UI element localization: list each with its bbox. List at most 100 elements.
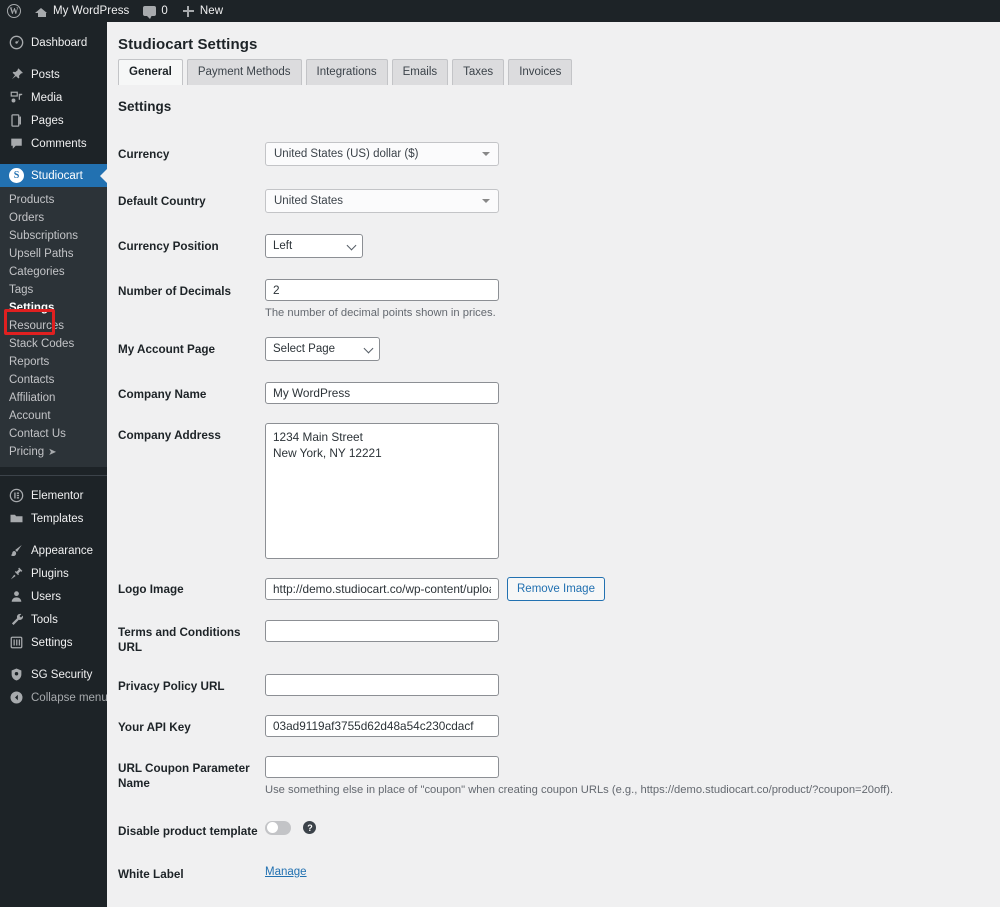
- company-name-input[interactable]: [265, 382, 499, 404]
- dashboard-icon: [9, 35, 24, 50]
- default-country-label: Default Country: [118, 189, 265, 209]
- tab-taxes[interactable]: Taxes: [452, 59, 504, 85]
- currency-label: Currency: [118, 142, 265, 162]
- sidebar-item-sg-security[interactable]: SG Security: [0, 663, 107, 686]
- number-of-decimals-input[interactable]: [265, 279, 499, 301]
- home-icon: [35, 5, 48, 18]
- tab-invoices[interactable]: Invoices: [508, 59, 572, 85]
- question-mark-icon[interactable]: ?: [303, 821, 316, 834]
- sidebar-spacer-2: [0, 155, 107, 164]
- tab-emails[interactable]: Emails: [392, 59, 449, 85]
- field-row-disable-product-template: Disable product template ?: [118, 819, 1000, 839]
- tab-integrations[interactable]: Integrations: [306, 59, 388, 85]
- settings-form: Currency United States (US) dollar ($) D…: [107, 114, 1000, 907]
- field-row-number-of-decimals: Number of Decimals The number of decimal…: [118, 279, 1000, 321]
- default-country-select[interactable]: United States: [265, 189, 499, 213]
- sidebar-item-label: Studiocart: [31, 170, 83, 182]
- user-icon: [9, 589, 24, 604]
- sidebar-item-dashboard[interactable]: Dashboard: [0, 31, 107, 54]
- currency-position-field: Left: [265, 234, 1000, 258]
- comments-menu[interactable]: 0: [136, 0, 175, 22]
- sidebar-subitem-categories[interactable]: Categories: [0, 263, 107, 281]
- page-icon: [9, 113, 24, 128]
- elementor-icon: [9, 488, 24, 503]
- company-address-textarea[interactable]: 1234 Main Street New York, NY 12221: [265, 423, 499, 559]
- sidebar-subitem-tags[interactable]: Tags: [0, 281, 107, 299]
- my-account-page-select[interactable]: Select Page: [265, 337, 380, 361]
- sidebar-subitem-affiliation[interactable]: Affiliation: [0, 389, 107, 407]
- terms-url-input[interactable]: [265, 620, 499, 642]
- admin-sidebar: Dashboard Posts Media Pages Comments S S…: [0, 22, 107, 907]
- chevron-down-icon: [482, 199, 490, 203]
- site-name-menu[interactable]: My WordPress: [28, 0, 136, 22]
- coupon-param-input[interactable]: [265, 756, 499, 778]
- sidebar-item-label: Users: [31, 591, 61, 603]
- currency-position-label: Currency Position: [118, 234, 265, 254]
- sidebar-item-users[interactable]: Users: [0, 585, 107, 608]
- sidebar-item-comments[interactable]: Comments: [0, 132, 107, 155]
- field-row-logo-image: Logo Image Remove Image: [118, 577, 1000, 601]
- chevron-down-icon: [364, 344, 374, 354]
- sidebar-subitem-subscriptions[interactable]: Subscriptions: [0, 227, 107, 245]
- sidebar-subitem-pricing-label: Pricing: [9, 446, 44, 458]
- privacy-url-label: Privacy Policy URL: [118, 674, 265, 694]
- sidebar-item-label: Tools: [31, 614, 58, 626]
- sidebar-subitem-contacts[interactable]: Contacts: [0, 371, 107, 389]
- logo-image-input[interactable]: [265, 578, 499, 600]
- sidebar-subitem-reports[interactable]: Reports: [0, 353, 107, 371]
- coupon-param-help: Use something else in place of "coupon" …: [265, 783, 1000, 798]
- sidebar-item-media[interactable]: Media: [0, 86, 107, 109]
- sidebar-item-plugins[interactable]: Plugins: [0, 562, 107, 585]
- field-row-api-key: Your API Key: [118, 715, 1000, 737]
- wordpress-logo-menu[interactable]: [0, 0, 28, 22]
- wordpress-logo-icon: [7, 4, 21, 18]
- currency-position-select[interactable]: Left: [265, 234, 363, 258]
- sidebar-item-tools[interactable]: Tools: [0, 608, 107, 631]
- sidebar-item-label: SG Security: [31, 669, 92, 681]
- white-label-manage-link[interactable]: Manage: [265, 866, 307, 878]
- sidebar-subitem-account[interactable]: Account: [0, 407, 107, 425]
- sidebar-item-settings[interactable]: Settings: [0, 631, 107, 654]
- api-key-input[interactable]: [265, 715, 499, 737]
- sidebar-collapse-menu[interactable]: Collapse menu: [0, 686, 107, 709]
- sidebar-item-label: Comments: [31, 138, 87, 150]
- sidebar-subitem-stack-codes[interactable]: Stack Codes: [0, 335, 107, 353]
- privacy-url-input[interactable]: [265, 674, 499, 696]
- privacy-url-field: [265, 674, 1000, 696]
- sidebar-spacer-3: [0, 530, 107, 539]
- sidebar-subitem-products[interactable]: Products: [0, 191, 107, 209]
- sidebar-item-elementor[interactable]: Elementor: [0, 484, 107, 507]
- disable-product-template-toggle[interactable]: [265, 821, 291, 835]
- new-content-menu[interactable]: New: [175, 0, 230, 22]
- sidebar-subitem-orders[interactable]: Orders: [0, 209, 107, 227]
- sidebar-item-label: Settings: [31, 637, 73, 649]
- comment-icon: [9, 136, 24, 151]
- currency-select[interactable]: United States (US) dollar ($): [265, 142, 499, 166]
- tab-general[interactable]: General: [118, 59, 183, 85]
- sidebar-item-appearance[interactable]: Appearance: [0, 539, 107, 562]
- sidebar-item-posts[interactable]: Posts: [0, 63, 107, 86]
- studiocart-s-icon: S: [9, 168, 24, 183]
- currency-field: United States (US) dollar ($): [265, 142, 1000, 166]
- external-arrow-icon: ➤: [48, 447, 56, 458]
- sidebar-item-label: Dashboard: [31, 37, 87, 49]
- sidebar-subitem-settings[interactable]: Settings: [0, 299, 107, 317]
- api-key-label: Your API Key: [118, 715, 265, 735]
- sidebar-subitem-contact-us[interactable]: Contact Us: [0, 425, 107, 443]
- sidebar-item-label: Elementor: [31, 490, 83, 502]
- field-row-currency-position: Currency Position Left: [118, 234, 1000, 258]
- sidebar-item-studiocart[interactable]: S Studiocart: [0, 164, 107, 187]
- settings-tabs: General Payment Methods Integrations Ema…: [107, 53, 1000, 85]
- remove-image-button[interactable]: Remove Image: [507, 577, 605, 601]
- settings-icon: [9, 635, 24, 650]
- sidebar-subitem-resources[interactable]: Resources: [0, 317, 107, 335]
- company-address-field: 1234 Main Street New York, NY 12221: [265, 423, 1000, 564]
- sidebar-subitem-pricing[interactable]: Pricing ➤: [0, 443, 107, 461]
- sidebar-spacer-4: [0, 654, 107, 663]
- sidebar-item-templates[interactable]: Templates: [0, 507, 107, 530]
- tab-payment-methods[interactable]: Payment Methods: [187, 59, 302, 85]
- sidebar-subitem-upsell-paths[interactable]: Upsell Paths: [0, 245, 107, 263]
- sidebar-item-pages[interactable]: Pages: [0, 109, 107, 132]
- field-row-white-label: White Label Manage: [118, 862, 1000, 882]
- my-account-page-field: Select Page: [265, 337, 1000, 361]
